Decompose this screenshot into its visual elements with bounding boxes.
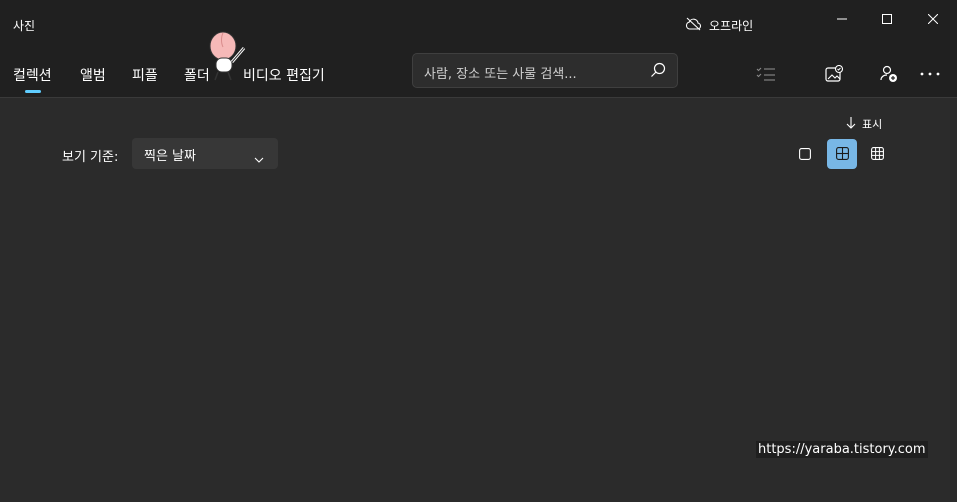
peach-sticker (209, 31, 246, 81)
view-by-value: 찍은 날짜 (144, 149, 196, 164)
square-icon (799, 145, 811, 164)
close-button[interactable] (918, 8, 948, 28)
maximize-button[interactable] (872, 8, 902, 28)
chevron-down-icon (254, 148, 264, 167)
offline-label: 오프라인 (709, 19, 754, 33)
close-icon (927, 9, 939, 28)
search-box[interactable]: 사람, 장소 또는 사물 검색... (412, 53, 678, 88)
offline-status[interactable]: 오프라인 (685, 17, 753, 34)
import-photo-icon[interactable] (823, 63, 845, 85)
show-sort[interactable]: 표시 (846, 116, 882, 132)
view-by-label: 보기 기준: (62, 150, 119, 165)
search-placeholder: 사람, 장소 또는 사물 검색... (424, 67, 577, 82)
view-medium-button[interactable] (827, 139, 857, 169)
more-icon[interactable] (919, 63, 941, 85)
cloud-offline-icon (685, 17, 702, 34)
title-bar: 사진 오프라인 (0, 0, 957, 48)
search-icon[interactable] (650, 62, 666, 82)
grid-3x3-icon (870, 145, 884, 164)
arrow-down-icon (846, 116, 856, 132)
view-small-button[interactable] (862, 139, 892, 169)
navigation-bar: 컬렉션 앨범 피플 폴더 비디오 편집기 사람, 장소 또는 사물 검색... (0, 48, 957, 98)
grid-2x2-icon (835, 145, 849, 164)
tab-albums[interactable]: 앨범 (80, 65, 106, 85)
minimize-icon (837, 9, 847, 28)
view-by-dropdown[interactable]: 찍은 날짜 (132, 138, 278, 169)
maximize-icon (882, 9, 892, 28)
add-person-icon[interactable] (878, 63, 900, 85)
tab-video-editor[interactable]: 비디오 편집기 (243, 65, 325, 85)
watermark: https://yaraba.tistory.com (756, 441, 928, 458)
tab-collection[interactable]: 컬렉션 (13, 65, 52, 93)
minimize-button[interactable] (827, 8, 857, 28)
app-title: 사진 (13, 19, 36, 33)
view-large-button[interactable] (790, 139, 820, 169)
tab-people[interactable]: 피플 (132, 65, 158, 85)
checklist-icon[interactable] (755, 63, 777, 85)
show-label: 표시 (862, 118, 883, 131)
tab-folders[interactable]: 폴더 (184, 65, 210, 85)
